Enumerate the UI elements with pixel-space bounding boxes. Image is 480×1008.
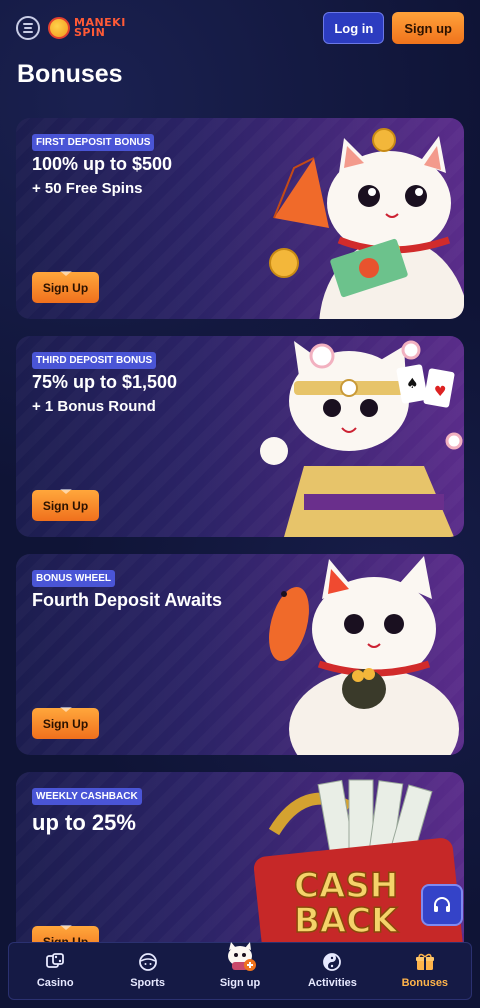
login-button[interactable]: Log in	[323, 12, 385, 44]
lucky-cat-kimono-illustration: ♠ ♥	[260, 340, 463, 537]
yin-yang-icon	[321, 952, 343, 972]
bonus-subtitle: + 50 Free Spins	[32, 180, 143, 197]
logo-cat-icon	[48, 17, 70, 39]
cashback-art-text-2: BACK	[294, 901, 399, 941]
nav-label: Activities	[307, 977, 357, 989]
nav-item-sports[interactable]: Sports	[101, 943, 193, 999]
bonus-badge: FIRST DEPOSIT BONUS	[32, 134, 155, 151]
bonus-title: Fourth Deposit Awaits	[32, 590, 223, 610]
logo-text-line2: SPIN	[74, 26, 106, 39]
nav-item-casino[interactable]: Casino	[9, 943, 101, 999]
cashback-art-text-1: CASH	[294, 866, 398, 906]
nav-label: Sports	[130, 977, 166, 989]
gift-icon	[414, 952, 436, 972]
bottom-nav: Casino Sports Sign up Activities Bonuses	[8, 942, 472, 1000]
support-chat-button[interactable]	[421, 884, 463, 926]
header-actions: Log in Sign up	[323, 12, 464, 44]
page-title: Bonuses	[17, 60, 123, 88]
bonus-signup-button[interactable]: Sign Up	[32, 489, 99, 521]
bonus-badge: THIRD DEPOSIT BONUS	[32, 352, 157, 369]
headset-icon	[434, 897, 450, 912]
logo[interactable]: MANEKI SPIN	[48, 17, 126, 39]
menu-icon[interactable]	[16, 16, 40, 40]
ball-icon	[137, 952, 159, 972]
bonus-card-third-deposit[interactable]: THIRD DEPOSIT BONUS 75% up to $1,500 + 1…	[16, 336, 464, 537]
nav-item-bonuses[interactable]: Bonuses	[379, 943, 471, 999]
bonus-card-bonus-wheel[interactable]: BONUS WHEEL Fourth Deposit Awaits Sign U…	[16, 554, 464, 755]
bonus-title: 100% up to $500	[32, 154, 173, 174]
dice-icon	[44, 952, 66, 972]
nav-label: Sign up	[219, 977, 261, 989]
svg-text:♥: ♥	[434, 384, 447, 400]
nav-item-activities[interactable]: Activities	[286, 943, 378, 999]
bonus-badge: WEEKLY CASHBACK	[32, 788, 142, 805]
bonus-badge: BONUS WHEEL	[32, 570, 115, 587]
nav-label: Casino	[36, 977, 74, 989]
signup-button[interactable]: Sign up	[392, 12, 464, 44]
nav-label: Bonuses	[401, 977, 449, 989]
svg-text:♠: ♠	[406, 376, 419, 392]
cat-plus-icon	[223, 940, 257, 972]
lucky-cat-fan-illustration	[269, 128, 464, 319]
nav-item-signup[interactable]: Sign up	[194, 940, 286, 999]
bonus-signup-button[interactable]: Sign Up	[32, 271, 99, 303]
bonus-title: 75% up to $1,500	[32, 372, 178, 392]
bonus-title: up to 25%	[32, 810, 136, 835]
bonus-subtitle: + 1 Bonus Round	[32, 398, 156, 415]
top-header: MANEKI SPIN Log in Sign up	[0, 0, 480, 56]
lucky-cat-fish-illustration	[269, 556, 459, 755]
bonus-signup-button[interactable]: Sign Up	[32, 707, 99, 739]
bonus-card-first-deposit[interactable]: FIRST DEPOSIT BONUS 100% up to $500 + 50…	[16, 118, 464, 319]
